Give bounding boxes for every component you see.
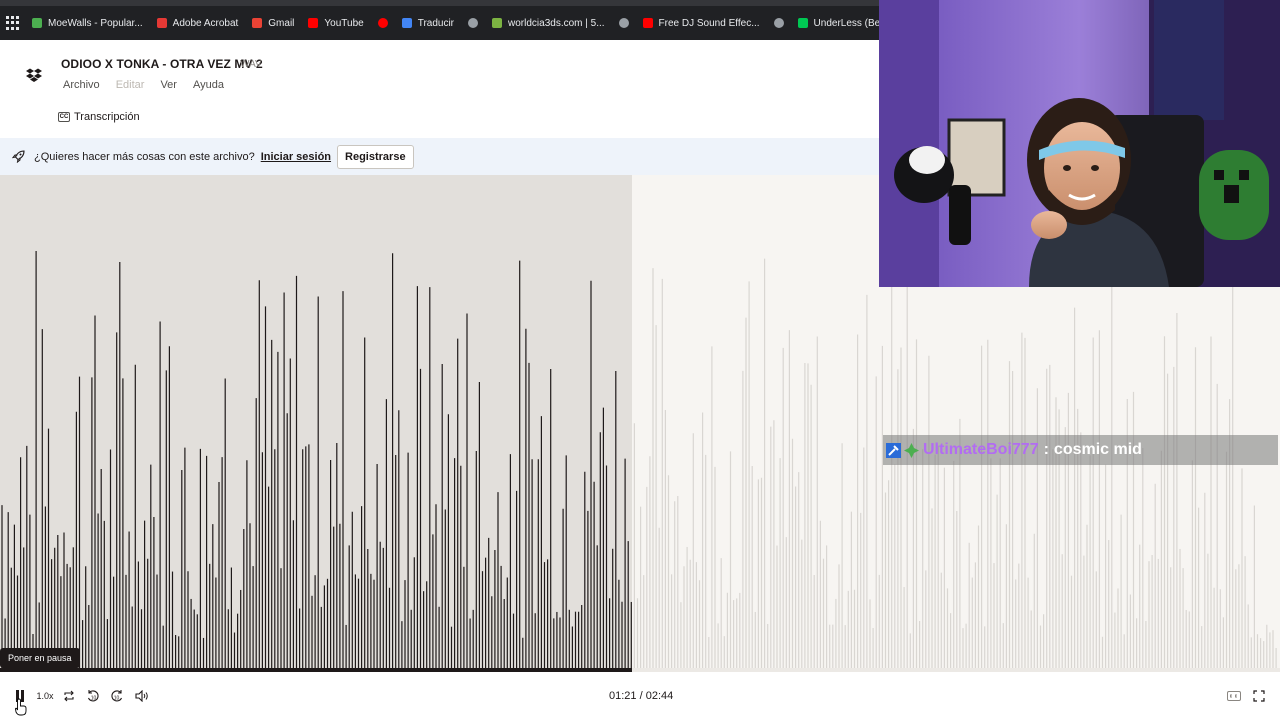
dropbox-logo-icon[interactable]	[26, 67, 42, 83]
bookmarks-bar: MoeWalls - Popular... Adobe Acrobat Gmail Y…	[0, 0, 879, 40]
speed-button[interactable]: 1.0x	[35, 688, 55, 704]
skip-back-button[interactable]: 10	[85, 688, 101, 704]
banner-prompt: ¿Quieres hacer más cosas con este archiv…	[34, 150, 255, 163]
tab-strip-edge	[0, 0, 879, 6]
chat-text: cosmic mid	[1053, 441, 1142, 458]
fullscreen-button[interactable]	[1251, 688, 1267, 704]
file-type-label: WAV	[240, 59, 262, 70]
pause-tooltip: Poner en pausa	[0, 648, 80, 668]
bookmark-item[interactable]: Traducir	[401, 17, 455, 29]
apps-grid-icon[interactable]	[6, 16, 20, 30]
captions-icon: CC	[58, 112, 70, 122]
bookmark-label: worldcia3ds.com | 5...	[508, 17, 605, 29]
signin-link[interactable]: Iniciar sesión	[261, 151, 331, 163]
bookmark-favicon-icon	[377, 18, 388, 28]
chat-username: UltimateBoi777	[923, 441, 1039, 458]
bookmark-item[interactable]: Gmail	[252, 18, 294, 29]
progress-track[interactable]	[0, 668, 1280, 672]
menu-item-ayuda[interactable]: Ayuda	[193, 79, 224, 91]
bookmark-item[interactable]: YouTube	[308, 17, 364, 29]
volume-button[interactable]	[134, 688, 150, 704]
file-header: ODIOO X TONKA - OTRA VEZ MV 2 WAV Archiv…	[0, 40, 879, 138]
bookmark-item[interactable]: MoeWalls - Popular...	[32, 18, 143, 29]
webcam-overlay	[879, 0, 1280, 287]
subscriber-badge-icon	[904, 442, 919, 458]
bookmark-favicon-icon	[797, 18, 808, 28]
bookmark-favicon-icon	[468, 18, 479, 28]
time-separator: /	[636, 690, 646, 702]
time-display: 01:21 / 02:44	[609, 690, 673, 702]
skip-forward-button[interactable]: 10	[109, 688, 125, 704]
loop-icon	[64, 690, 74, 702]
total-time: 02:44	[645, 690, 674, 702]
bookmark-label: MoeWalls - Popular...	[48, 17, 143, 29]
bookmark-favicon-icon	[308, 18, 319, 28]
bookmark-item[interactable]: worldcia3ds.com | 5...	[492, 18, 605, 29]
bookmark-item[interactable]: UnderLess (Beta)	[797, 17, 879, 29]
fullscreen-icon	[1253, 690, 1265, 702]
bookmark-item[interactable]: Adobe Acrobat	[156, 17, 239, 29]
bookmark-item[interactable]	[377, 18, 394, 28]
file-title: ODIOO X TONKA - OTRA VEZ MV 2	[61, 57, 263, 71]
bookmark-favicon-icon	[492, 18, 503, 28]
rewind-10-icon: 10	[87, 690, 99, 702]
current-time: 01:21	[609, 690, 637, 702]
bookmark-favicon-icon	[773, 18, 784, 28]
player-controls: 1.0x 10 10 01:21 / 02:44	[0, 684, 1280, 716]
streamer-camera-image	[879, 0, 1280, 287]
menu-bar: Archivo Editar Ver Ayuda	[63, 79, 224, 91]
menu-item-ver[interactable]: Ver	[160, 79, 177, 91]
bookmark-item[interactable]	[773, 18, 790, 28]
bookmark-label: Gmail	[268, 17, 295, 29]
chat-separator: :	[1043, 441, 1049, 458]
progress-fill	[0, 668, 633, 672]
bookmark-label: Traducir	[417, 17, 455, 29]
moderator-badge-icon	[886, 442, 901, 458]
bookmark-item[interactable]: Free DJ Sound Effec...	[642, 17, 760, 29]
bookmark-label: Adobe Acrobat	[172, 17, 239, 29]
volume-icon	[135, 690, 148, 702]
bookmark-favicon-icon	[401, 18, 412, 28]
transcription-button[interactable]: CC Transcripción	[58, 111, 140, 123]
bookmark-item[interactable]	[468, 18, 484, 28]
mouse-cursor-icon	[15, 698, 27, 716]
bookmark-label: YouTube	[324, 17, 364, 29]
skip-forward-label: 10	[114, 696, 120, 702]
chat-message: UltimateBoi777 : cosmic mid	[883, 435, 1278, 465]
rocket-icon	[12, 150, 25, 163]
bookmark-favicon-icon	[252, 18, 263, 28]
bookmark-item[interactable]	[618, 18, 635, 28]
bookmarks-row: MoeWalls - Popular... Adobe Acrobat Gmail Y…	[0, 6, 879, 40]
loop-button[interactable]	[61, 688, 77, 704]
transcription-label: Transcripción	[74, 111, 140, 123]
menu-item-archivo[interactable]: Archivo	[63, 79, 100, 91]
bookmark-favicon-icon	[642, 18, 653, 28]
signin-banner: ¿Quieres hacer más cosas con este archiv…	[0, 138, 879, 175]
bookmark-favicon-icon	[156, 18, 167, 28]
bookmark-label: UnderLess (Beta)	[813, 17, 879, 29]
captions-toggle-icon	[1227, 691, 1241, 701]
register-button[interactable]: Registrarse	[337, 144, 414, 169]
captions-button[interactable]	[1226, 688, 1242, 704]
bookmark-favicon-icon	[32, 18, 42, 28]
bookmark-label: Free DJ Sound Effec...	[658, 17, 760, 29]
skip-back-label: 10	[91, 696, 97, 702]
bookmark-favicon-icon	[618, 18, 629, 28]
menu-item-editar: Editar	[115, 79, 145, 91]
forward-10-icon: 10	[111, 690, 123, 702]
